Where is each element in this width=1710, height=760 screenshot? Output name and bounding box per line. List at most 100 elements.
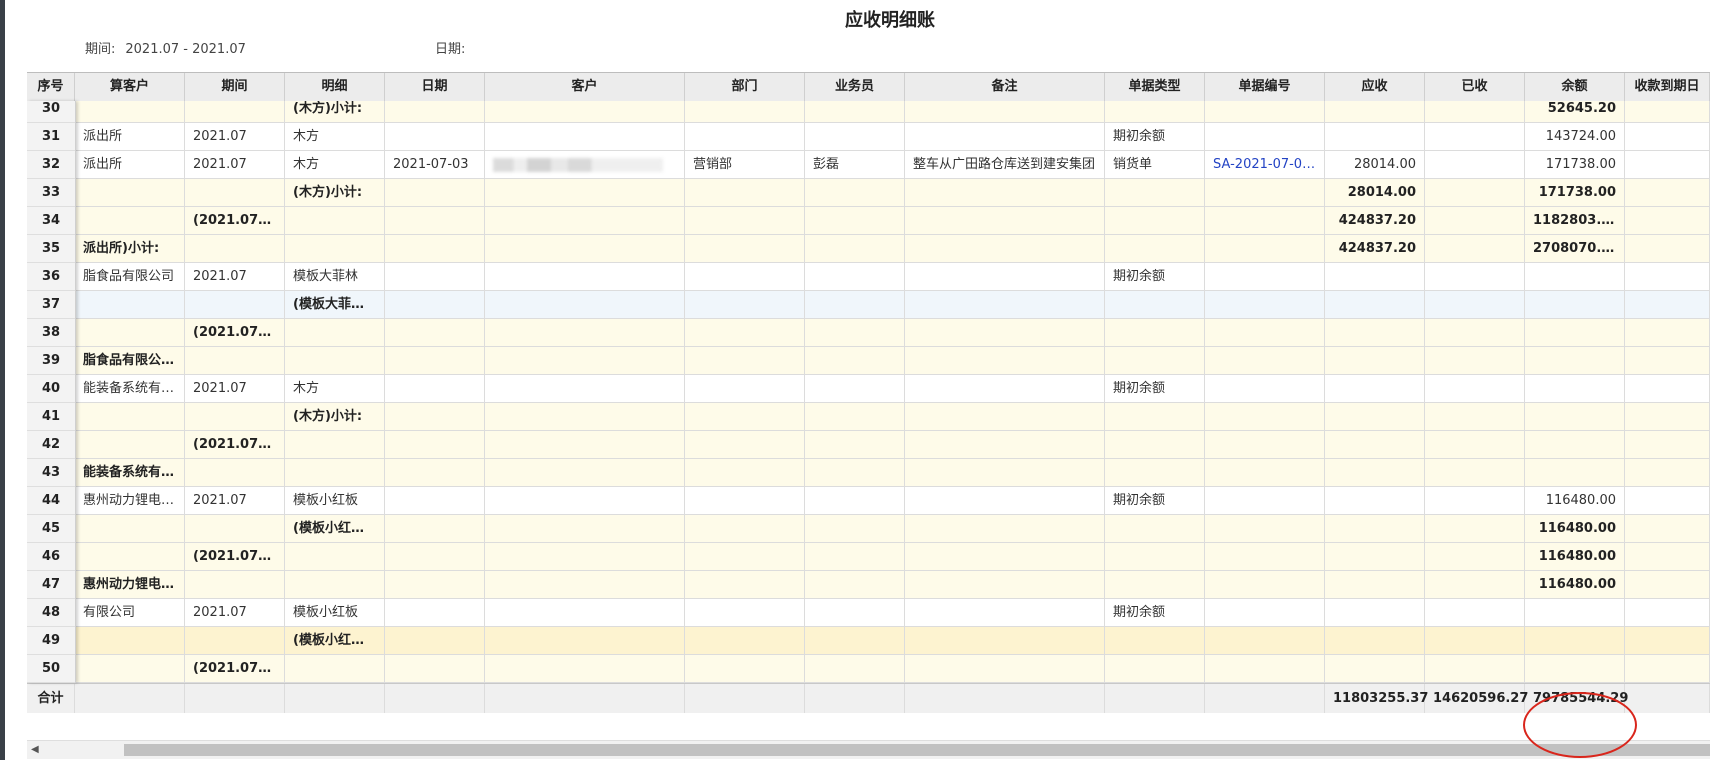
report-title: 应收明细账 <box>845 10 935 31</box>
cell-balance: 143724.00 <box>1525 123 1625 151</box>
cell-date: 2021-07-03 <box>385 151 485 179</box>
cell-remark <box>905 403 1105 431</box>
cell-due-date <box>1625 207 1710 235</box>
table-row[interactable]: 脂食品有限公司 2021.07 模板大菲林 期初余额 <box>75 263 1710 291</box>
cell-doc-no[interactable]: SA-2021-07-0017 <box>1205 151 1325 179</box>
cell-dept <box>685 291 805 319</box>
cell-customer-acct: 派出所 <box>75 123 185 151</box>
cell-salesman <box>805 123 905 151</box>
cell-detail: (木方)小计: <box>285 179 385 207</box>
cell-doc-no <box>1205 599 1325 627</box>
cell-period <box>185 571 285 599</box>
cell-balance <box>1525 263 1625 291</box>
cell-doc-type: 期初余额 <box>1105 599 1205 627</box>
subtotal-row[interactable]: (2021.07)小计: <box>75 431 1710 459</box>
subtotal-row[interactable]: (模板小红板)小计: 116480.00 <box>75 515 1710 543</box>
scroll-left-arrow-icon[interactable]: ◀ <box>31 744 39 755</box>
cell-date <box>385 459 485 487</box>
cell-doc-no <box>1205 123 1325 151</box>
subtotal-row[interactable]: (2021.07)小计: 116480.00 <box>75 543 1710 571</box>
subtotal-row[interactable]: (2021.07)小计: 424837.20 1182803.00 <box>75 207 1710 235</box>
cell-doc-no <box>1205 263 1325 291</box>
cell-dept <box>685 235 805 263</box>
table-row[interactable]: 有限公司 2021.07 模板小红板 期初余额 <box>75 599 1710 627</box>
row-number: 32 <box>27 151 75 179</box>
cell-receivable <box>1325 263 1425 291</box>
subtotal-row[interactable]: (木方)小计: 52645.20 <box>75 101 1710 123</box>
redacted-customer-name <box>493 158 663 172</box>
receivable-detail-grid[interactable]: 序号 算客户 期间 明细 日期 客户 部门 业务员 备注 单据类型 单据编号 应收 已收 余额 收款到期日 … <box>27 72 1710 713</box>
cell-due-date <box>1625 151 1710 179</box>
header-balance[interactable]: 余额 <box>1525 73 1625 101</box>
subtotal-row[interactable]: (模板大菲林)小计: <box>75 291 1710 319</box>
subtotal-row[interactable]: 惠州动力锂电池有限公司)小计: 116480.00 <box>75 571 1710 599</box>
horizontal-scrollbar[interactable]: ◀ <box>27 740 1710 759</box>
cell-customer <box>485 375 685 403</box>
cell-received <box>1425 101 1525 123</box>
cell-balance <box>1525 347 1625 375</box>
header-customer-acct[interactable]: 算客户 <box>75 73 185 101</box>
cell-due-date <box>1625 655 1710 683</box>
cell-dept <box>685 207 805 235</box>
cell-customer-acct <box>75 627 185 655</box>
row-number: 50 <box>27 655 75 683</box>
cell-customer-acct <box>75 179 185 207</box>
subtotal-row[interactable]: 能装备系统有限公司)小计: <box>75 459 1710 487</box>
cell-received <box>1425 515 1525 543</box>
cell-doc-type <box>1105 291 1205 319</box>
cell-remark <box>905 123 1105 151</box>
cell-customer-acct <box>75 543 185 571</box>
cell-salesman <box>805 655 905 683</box>
cell-doc-no <box>1205 403 1325 431</box>
header-due-date[interactable]: 收款到期日 <box>1625 73 1710 101</box>
header-receivable[interactable]: 应收 <box>1325 73 1425 101</box>
header-received[interactable]: 已收 <box>1425 73 1525 101</box>
table-row[interactable]: 能装备系统有限公司2021.07木方 期初余额 <box>75 375 1710 403</box>
cell-detail: 木方 <box>285 123 385 151</box>
cell-date <box>385 263 485 291</box>
row-number: 49 <box>27 627 75 655</box>
subtotal-row[interactable]: (2021.07)小计: <box>75 319 1710 347</box>
scrollbar-thumb[interactable] <box>124 744 1710 756</box>
header-detail[interactable]: 明细 <box>285 73 385 101</box>
subtotal-row[interactable]: (模板小红板)小计: <box>75 627 1710 655</box>
header-dept[interactable]: 部门 <box>685 73 805 101</box>
cell-period <box>185 627 285 655</box>
cell-remark <box>905 459 1105 487</box>
cell-salesman <box>805 207 905 235</box>
cell-received <box>1425 655 1525 683</box>
subtotal-row[interactable]: (木方)小计: <box>75 403 1710 431</box>
grid-header: 序号 算客户 期间 明细 日期 客户 部门 业务员 备注 单据类型 单据编号 应收 已收 余额 收款到期日 <box>27 73 1710 102</box>
cell-period <box>185 235 285 263</box>
header-doc-no[interactable]: 单据编号 <box>1205 73 1325 101</box>
subtotal-row[interactable]: (2021.07)小计: <box>75 655 1710 683</box>
grid-body[interactable]: (木方)小计: 52645.20 派出所 2021.07 木方 期初余额 143724.00… <box>75 101 1710 683</box>
total-remark <box>905 684 1105 713</box>
cell-due-date <box>1625 263 1710 291</box>
header-customer[interactable]: 客户 <box>485 73 685 101</box>
cell-dept <box>685 543 805 571</box>
table-row[interactable]: 派出所 2021.07 木方 期初余额 143724.00 <box>75 123 1710 151</box>
header-doc-type[interactable]: 单据类型 <box>1105 73 1205 101</box>
cell-date <box>385 123 485 151</box>
table-row[interactable]: 惠州动力锂电池有限公司2021.07模板小红板 期初余额 116480.00 <box>75 487 1710 515</box>
header-salesman[interactable]: 业务员 <box>805 73 905 101</box>
cell-detail <box>285 543 385 571</box>
header-remark[interactable]: 备注 <box>905 73 1105 101</box>
total-period <box>185 684 285 713</box>
cell-customer <box>485 179 685 207</box>
cell-balance: 171738.00 <box>1525 151 1625 179</box>
subtotal-row[interactable]: 脂食品有限公司)小计: <box>75 347 1710 375</box>
header-date[interactable]: 日期 <box>385 73 485 101</box>
cell-detail <box>285 655 385 683</box>
table-row[interactable]: 派出所 2021.07 木方 2021-07-03 营销部 彭磊 整车从广田路仓库送到建安集… <box>75 151 1710 179</box>
cell-period: 2021.07 <box>185 599 285 627</box>
header-seq[interactable]: 序号 <box>27 73 75 101</box>
subtotal-row[interactable]: 派出所)小计: 424837.20 2708070.40 <box>75 235 1710 263</box>
cell-balance <box>1525 655 1625 683</box>
cell-dept <box>685 459 805 487</box>
date-filter: 日期: <box>435 38 465 57</box>
subtotal-row[interactable]: (木方)小计: 28014.00 171738.00 <box>75 179 1710 207</box>
header-period[interactable]: 期间 <box>185 73 285 101</box>
cell-doc-no <box>1205 487 1325 515</box>
